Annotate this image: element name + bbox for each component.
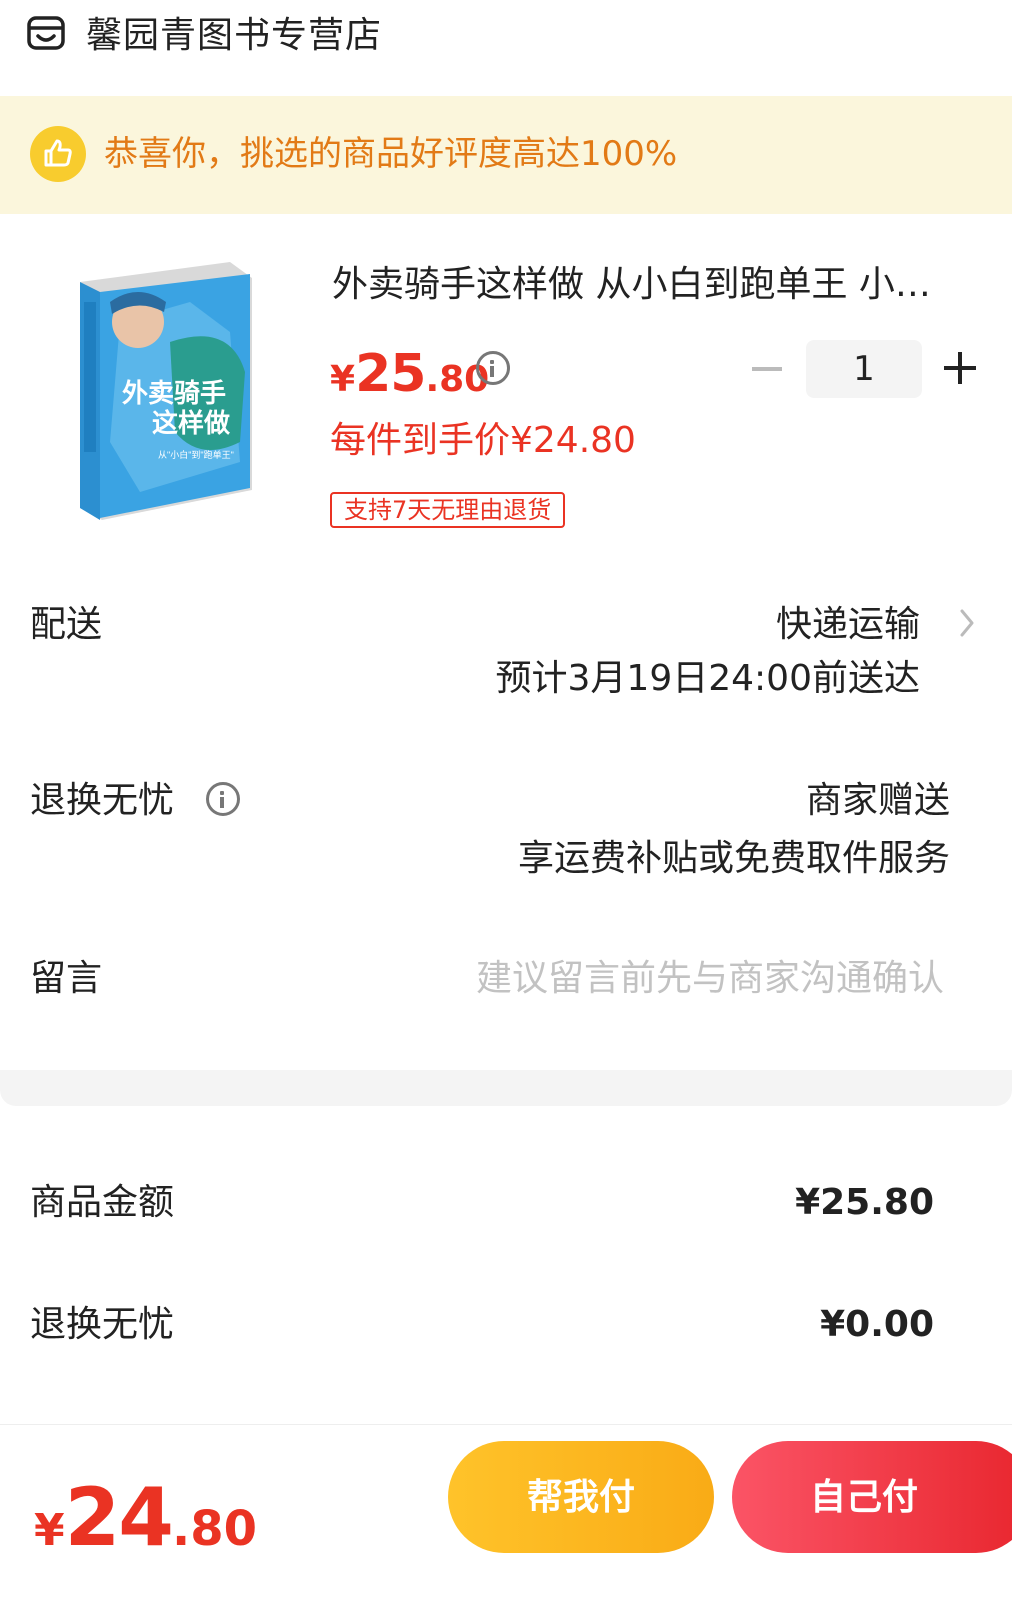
delivery-method[interactable]: 快递运输 (776, 602, 920, 648)
store-icon (27, 16, 65, 50)
rating-banner: 恭喜你，挑选的商品好评度高达100% (0, 96, 1012, 214)
quantity-decrease-button[interactable] (752, 367, 782, 371)
product-title[interactable]: 外卖骑手这样做 从小白到跑单王 小… (332, 262, 972, 308)
price-info-icon[interactable] (476, 351, 510, 385)
total-price: ¥24.80 (34, 1471, 257, 1564)
unit-price-label: 每件到手价¥24.80 (330, 420, 636, 461)
price-integer: 25 (355, 344, 426, 404)
banner-text: 恭喜你，挑选的商品好评度高达100% (104, 134, 678, 174)
self-pay-button[interactable]: 自己付 (732, 1441, 1012, 1553)
chevron-right-icon[interactable] (958, 608, 976, 638)
store-name[interactable]: 馨园青图书专营店 (86, 14, 382, 58)
return-service-value: 商家赠送 (805, 780, 950, 821)
order-summary: 商品金额 ¥25.80 退换无忧 ¥0.00 (0, 1106, 1012, 1426)
quantity-increase-button[interactable] (944, 352, 976, 384)
message-input[interactable]: 建议留言前先与商家沟通确认 (476, 956, 944, 1002)
total-decimal: .80 (171, 1501, 257, 1557)
thumbs-up-icon (30, 126, 86, 182)
price-symbol: ¥ (330, 359, 356, 400)
section-divider (0, 1070, 1012, 1106)
quantity-input[interactable]: 1 (806, 340, 922, 398)
product-image[interactable]: 外卖骑手 这样做 从"小白"到"跑单王" (80, 262, 252, 522)
delivery-eta: 预计3月19日24:00前送达 (495, 658, 920, 699)
return-policy-tag: 支持7天无理由退货 (330, 492, 566, 528)
cover-subtitle: 从"小白"到"跑单王" (158, 449, 234, 460)
return-service-desc: 享运费补贴或免费取件服务 (517, 838, 950, 879)
cover-title-1: 外卖骑手 (122, 378, 226, 408)
checkout-bar: ¥24.80 帮我付 自己付 (0, 1424, 1012, 1603)
product-price: ¥25.80 (330, 344, 489, 404)
goods-amount-value: ¥25.80 (795, 1182, 934, 1223)
return-fee-value: ¥0.00 (820, 1304, 934, 1345)
store-header[interactable]: 馨园青图书专营店 (0, 0, 1012, 96)
help-pay-button[interactable]: 帮我付 (448, 1441, 714, 1553)
total-symbol: ¥ (34, 1505, 65, 1556)
return-fee-label: 退换无忧 (30, 1304, 175, 1345)
total-integer: 24 (64, 1471, 174, 1564)
return-service-label: 退换无忧 (30, 780, 175, 821)
return-info-icon[interactable] (206, 782, 240, 816)
cover-title-2: 这样做 (152, 408, 230, 438)
delivery-label: 配送 (30, 604, 103, 645)
message-label: 留言 (30, 958, 103, 999)
goods-amount-label: 商品金额 (30, 1182, 175, 1223)
